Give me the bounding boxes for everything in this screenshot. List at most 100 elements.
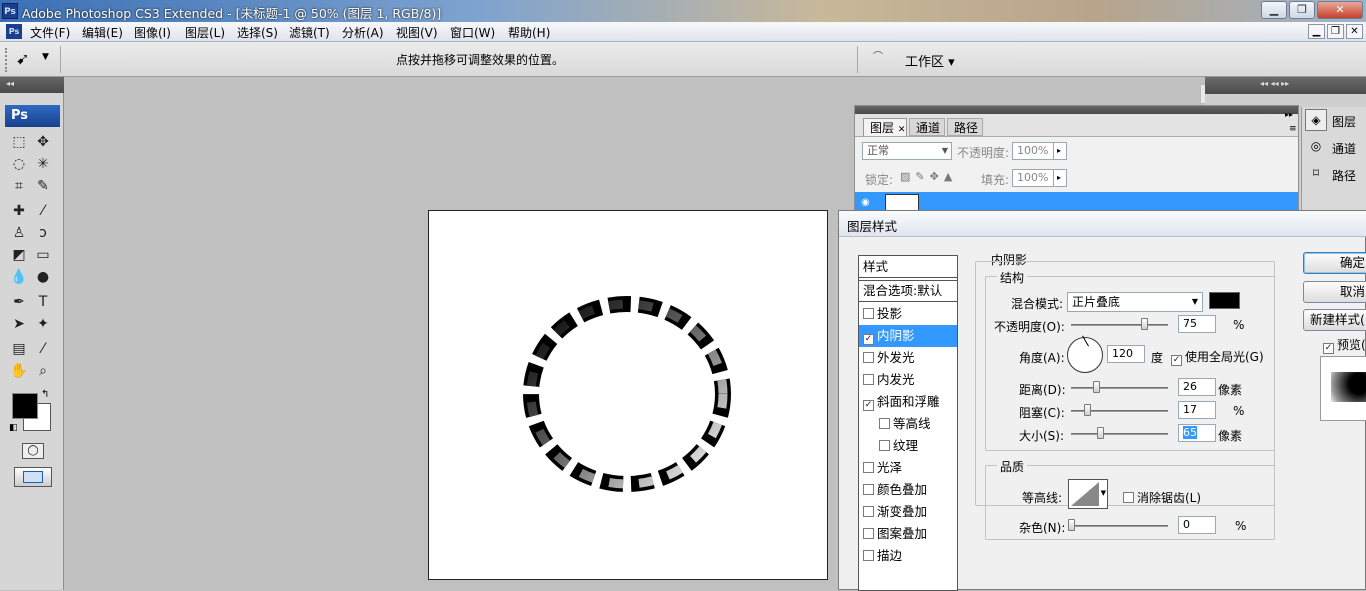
eyedropper-icon[interactable]: ⁄ — [33, 339, 53, 359]
menu-view[interactable]: 视图(V) — [396, 24, 438, 41]
blend-mode-select[interactable]: 正片叠底 ▼ — [1067, 292, 1203, 312]
style-checkbox[interactable] — [863, 550, 874, 561]
history-brush-icon[interactable]: ↄ — [33, 223, 53, 243]
dock-layers-label[interactable]: 图层 — [1332, 113, 1356, 130]
paths-panel-icon[interactable]: ⌑ — [1305, 163, 1327, 185]
noise-slider-thumb[interactable] — [1068, 519, 1075, 531]
layers-panel-header[interactable] — [855, 106, 1298, 114]
opacity-arrow-icon[interactable]: ▸ — [1053, 142, 1067, 160]
tab-channels[interactable]: 通道 — [909, 118, 945, 136]
style-checkbox[interactable] — [879, 418, 890, 429]
style-item[interactable]: 纹理 — [859, 435, 957, 457]
close-icon[interactable]: ✕ — [1317, 1, 1363, 19]
tab-layers[interactable]: 图层 ✕ — [863, 118, 907, 136]
style-item[interactable]: ✓ 斜面和浮雕 — [859, 391, 957, 413]
minimize-icon[interactable]: ▁ — [1261, 1, 1287, 19]
menu-select[interactable]: 选择(S) — [237, 24, 278, 41]
custom-shape-icon[interactable]: ✦ — [33, 314, 53, 334]
styles-header[interactable]: 样式 — [859, 256, 957, 278]
brush-icon[interactable]: ⌒ — [873, 48, 883, 63]
size-input[interactable]: 65 — [1178, 424, 1216, 442]
shadow-color-swatch[interactable] — [1209, 292, 1240, 309]
style-item[interactable]: 图案叠加 — [859, 523, 957, 545]
screen-mode-icon[interactable] — [14, 467, 52, 487]
workspace-menu[interactable]: 工作区 ▾ — [905, 51, 955, 70]
blending-options-item[interactable]: 混合选项:默认 — [859, 280, 957, 302]
blend-mode-select[interactable]: 正常 ▼ — [862, 142, 952, 160]
layers-panel-icon[interactable]: ◈ — [1305, 109, 1327, 131]
lock-icons[interactable]: ▨✎✥▲ — [900, 170, 957, 183]
mdi-restore-icon[interactable]: ❐ — [1327, 24, 1344, 39]
size-slider-thumb[interactable] — [1097, 427, 1104, 439]
preview-checkbox[interactable]: ✓ 预览( — [1323, 336, 1366, 354]
default-colors-icon[interactable]: ◧ — [9, 423, 18, 433]
angle-dial[interactable] — [1067, 335, 1103, 373]
toolbox-header[interactable]: ◂◂ — [0, 77, 64, 93]
mdi-minimize-icon[interactable]: ▁ — [1308, 24, 1325, 39]
style-checkbox[interactable] — [863, 352, 874, 363]
type-tool-icon[interactable]: T — [33, 292, 53, 312]
antialias-checkbox[interactable]: 消除锯齿(L) — [1123, 489, 1201, 506]
new-style-button[interactable]: 新建样式( — [1303, 309, 1366, 331]
ps-menu-icon[interactable]: Ps — [6, 24, 22, 39]
menu-layer[interactable]: 图层(L) — [185, 24, 225, 41]
menu-image[interactable]: 图像(I) — [134, 24, 171, 41]
opacity-slider-thumb[interactable] — [1141, 318, 1148, 330]
pen-tool-icon[interactable]: ✒ — [9, 292, 29, 312]
gradient-tool-icon[interactable]: ▭ — [33, 245, 53, 265]
layer-row-selected[interactable]: ◉ — [855, 192, 1298, 212]
menu-filter[interactable]: 滤镜(T) — [289, 24, 330, 41]
foreground-color-swatch[interactable] — [12, 393, 38, 419]
style-item[interactable]: 外发光 — [859, 347, 957, 369]
panel-menu-icon[interactable]: ▸▸ — [1285, 110, 1293, 119]
eye-icon[interactable]: ◉ — [861, 197, 870, 208]
style-checkbox[interactable]: ✓ — [863, 334, 874, 345]
style-item[interactable]: 投影 — [859, 303, 957, 325]
style-checkbox[interactable]: ✓ — [863, 400, 874, 411]
style-item[interactable]: 描边 — [859, 545, 957, 567]
fill-arrow-icon[interactable]: ▸ — [1053, 169, 1067, 187]
document-canvas[interactable] — [428, 210, 828, 580]
style-item[interactable]: 颜色叠加 — [859, 479, 957, 501]
choke-input[interactable]: 17 — [1178, 401, 1216, 419]
healing-brush-icon[interactable]: ✚ — [9, 201, 29, 221]
style-checkbox[interactable] — [863, 308, 874, 319]
style-checkbox[interactable] — [863, 462, 874, 473]
contour-picker[interactable]: ▼ — [1068, 479, 1108, 509]
dodge-tool-icon[interactable]: ● — [33, 267, 53, 287]
menu-analysis[interactable]: 分析(A) — [342, 24, 384, 41]
menu-file[interactable]: 文件(F) — [30, 24, 70, 41]
distance-slider[interactable] — [1071, 387, 1168, 389]
magic-wand-icon[interactable]: ✳ — [33, 154, 53, 174]
angle-input[interactable]: 120 — [1107, 345, 1145, 363]
ok-button[interactable]: 确定 — [1303, 252, 1366, 274]
distance-input[interactable]: 26 — [1178, 378, 1216, 396]
eraser-tool-icon[interactable]: ◩ — [9, 245, 29, 265]
style-checkbox[interactable] — [863, 484, 874, 495]
style-checkbox[interactable] — [879, 440, 890, 451]
menu-help[interactable]: 帮助(H) — [508, 24, 550, 41]
style-checkbox[interactable] — [863, 528, 874, 539]
opacity-input[interactable]: 100% — [1012, 142, 1054, 160]
distance-slider-thumb[interactable] — [1093, 381, 1100, 393]
clone-stamp-icon[interactable]: ♙ — [9, 223, 29, 243]
opacity-input[interactable]: 75 — [1178, 315, 1216, 333]
style-checkbox[interactable] — [863, 374, 874, 385]
dock-channels-label[interactable]: 通道 — [1332, 140, 1356, 157]
move-tool-icon[interactable]: ✥ — [33, 132, 53, 152]
dock-paths-label[interactable]: 路径 — [1332, 167, 1356, 184]
move-tool-icon[interactable]: ➹ — [16, 49, 29, 68]
opacity-slider[interactable] — [1071, 324, 1168, 326]
mdi-close-icon[interactable]: ✕ — [1346, 24, 1363, 39]
style-checkbox[interactable] — [863, 506, 874, 517]
noise-input[interactable]: 0 — [1178, 516, 1216, 534]
style-item[interactable]: ✓ 内阴影 — [859, 325, 957, 347]
style-item[interactable]: 渐变叠加 — [859, 501, 957, 523]
crop-tool-icon[interactable]: ⌗ — [9, 176, 29, 196]
style-item[interactable]: 等高线 — [859, 413, 957, 435]
cancel-button[interactable]: 取消 — [1303, 281, 1366, 303]
fill-input[interactable]: 100% — [1012, 169, 1054, 187]
path-selection-icon[interactable]: ➤ — [9, 314, 29, 334]
lasso-tool-icon[interactable]: ◌ — [9, 154, 29, 174]
brush-tool-icon[interactable]: ⁄ — [33, 201, 53, 221]
